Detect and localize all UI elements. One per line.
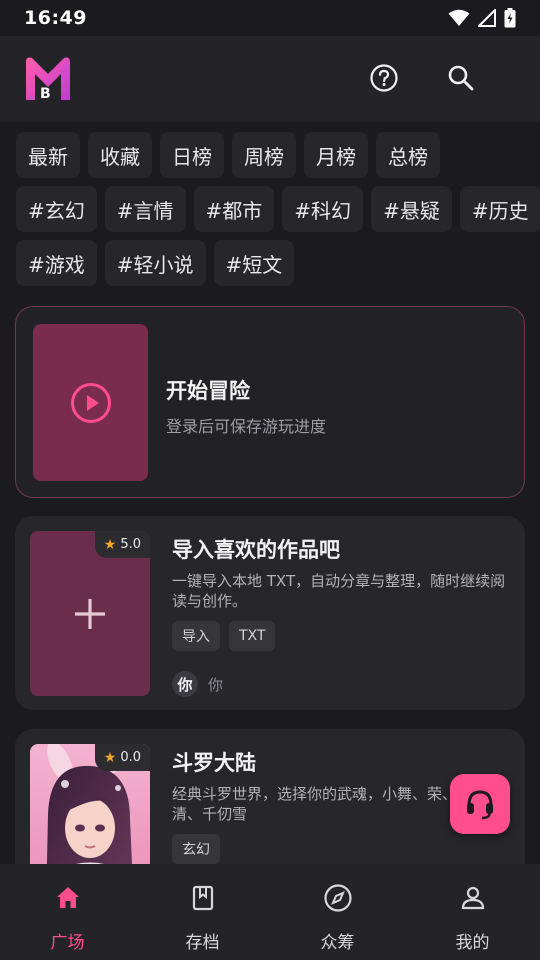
- tag-short[interactable]: #短文: [213, 240, 295, 286]
- tag-daily[interactable]: 日榜: [160, 132, 224, 178]
- tag-history[interactable]: #历史: [459, 186, 540, 232]
- star-icon: ★: [103, 536, 117, 553]
- help-button[interactable]: [366, 60, 402, 96]
- import-cover: ★ 5.0: [30, 531, 150, 696]
- play-circle-icon: [70, 382, 111, 423]
- adventure-thumbnail: [33, 324, 148, 481]
- tag-row-genres: #玄幻 #言情 #都市 #科幻 #悬疑 #历史: [16, 186, 540, 232]
- home-icon: [52, 882, 84, 914]
- work-tag[interactable]: 玄幻: [172, 834, 220, 864]
- avatar: 你: [172, 671, 198, 697]
- rating-value: 0.0: [120, 750, 141, 765]
- nav-item-profile[interactable]: 我的: [405, 864, 540, 960]
- tag-mystery[interactable]: #悬疑: [371, 186, 452, 232]
- tag-latest[interactable]: 最新: [16, 132, 80, 178]
- author-info: 你 你: [172, 671, 223, 697]
- tag-monthly[interactable]: 月榜: [304, 132, 368, 178]
- tag-weekly[interactable]: 周榜: [232, 132, 296, 178]
- work-title: 斗罗大陆: [172, 751, 256, 775]
- tag-xuanhuan[interactable]: #玄幻: [16, 186, 97, 232]
- nav-label: 广场: [50, 933, 85, 953]
- nav-item-plaza[interactable]: 广场: [0, 864, 135, 960]
- customer-support-button[interactable]: [450, 774, 510, 834]
- tag-light-novel[interactable]: #轻小说: [104, 240, 206, 286]
- status-time: 16:49: [24, 7, 87, 29]
- start-adventure-card[interactable]: 开始冒险 登录后可保存游玩进度: [15, 306, 525, 498]
- nav-label: 我的: [455, 933, 490, 953]
- wifi-icon: [448, 9, 470, 26]
- adventure-title: 开始冒险: [166, 379, 250, 403]
- tag-total[interactable]: 总榜: [376, 132, 440, 178]
- rating-badge: ★ 0.0: [94, 744, 150, 771]
- search-button[interactable]: [443, 60, 479, 96]
- work-tags: 玄幻: [172, 834, 220, 864]
- nav-item-saves[interactable]: 存档: [135, 864, 270, 960]
- nav-item-crowdfunding[interactable]: 众筹: [270, 864, 405, 960]
- author-name: 你: [208, 675, 224, 694]
- work-title: 导入喜欢的作品吧: [172, 538, 340, 562]
- tag-scifi[interactable]: #科幻: [282, 186, 364, 232]
- search-icon: [448, 65, 474, 91]
- category-tags: 最新 收藏 日榜 周榜 月榜 总榜 #玄幻 #言情 #都市 #科幻 #悬疑 #历…: [16, 132, 540, 294]
- nav-label: 存档: [185, 933, 220, 953]
- tag-favorites[interactable]: 收藏: [88, 132, 152, 178]
- import-work-card[interactable]: ★ 5.0 导入喜欢的作品吧 一键导入本地 TXT，自动分章与整理，随时继续阅读…: [15, 516, 525, 710]
- person-icon: [457, 882, 489, 914]
- battery-icon: [504, 8, 516, 28]
- work-tags: 导入 TXT: [172, 621, 276, 651]
- logo-letter: B: [40, 86, 51, 102]
- headset-icon: [467, 790, 493, 820]
- status-bar: 16:49: [0, 0, 540, 36]
- tag-romance[interactable]: #言情: [104, 186, 186, 232]
- work-tag[interactable]: 导入: [172, 621, 220, 651]
- plus-icon: [75, 598, 105, 629]
- compass-icon: [322, 882, 354, 914]
- work-description: 一键导入本地 TXT，自动分章与整理，随时继续阅读与创作。: [172, 572, 506, 610]
- app-logo[interactable]: B: [22, 54, 74, 102]
- rating-badge: ★ 5.0: [94, 531, 150, 558]
- nav-label: 众筹: [320, 933, 355, 953]
- status-icons: [448, 8, 516, 28]
- work-tag[interactable]: TXT: [229, 621, 276, 651]
- tag-row-ranking: 最新 收藏 日榜 周榜 月榜 总榜: [16, 132, 526, 178]
- bookmark-book-icon: [187, 882, 219, 914]
- adventure-subtitle: 登录后可保存游玩进度: [166, 417, 327, 436]
- app-header: B: [0, 36, 540, 122]
- rating-value: 5.0: [120, 537, 141, 552]
- tag-row-more: #游戏 #轻小说 #短文: [16, 240, 526, 286]
- bottom-navigation: 广场 存档 众筹 我的: [0, 864, 540, 960]
- help-circle-icon: [370, 64, 398, 92]
- tag-game[interactable]: #游戏: [16, 240, 97, 286]
- star-icon: ★: [103, 749, 117, 766]
- signal-icon: [478, 9, 496, 27]
- tag-urban[interactable]: #都市: [193, 186, 275, 232]
